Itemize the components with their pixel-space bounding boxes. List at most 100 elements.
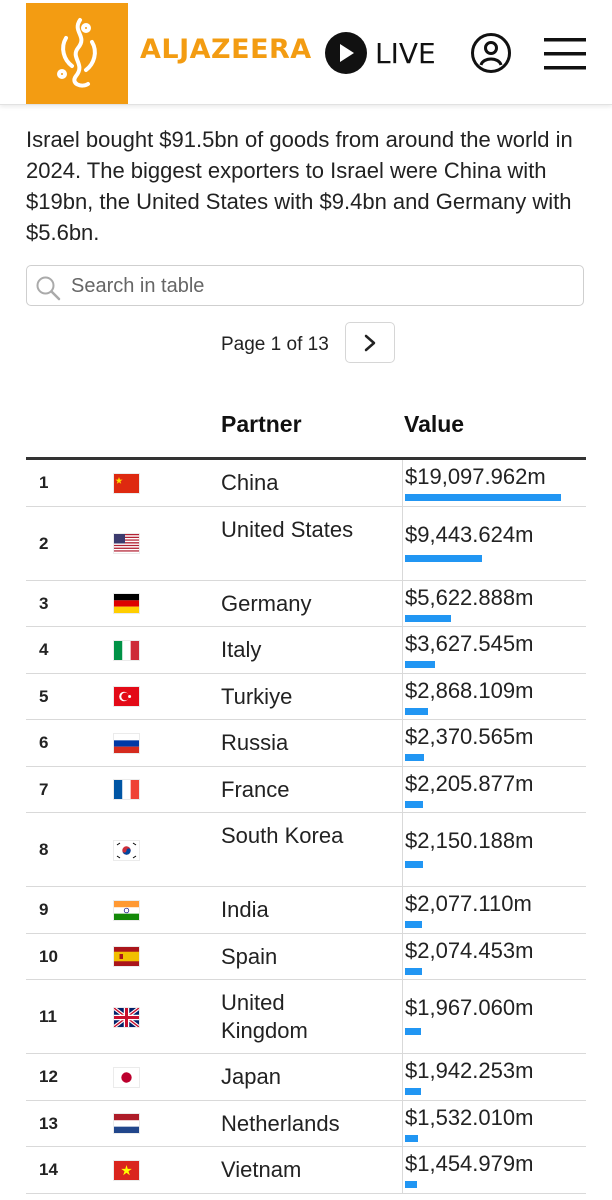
value-cell: $2,370.565m [402, 720, 586, 766]
row-partner: United Kingdom [221, 990, 308, 1043]
row-partner: Russia [221, 730, 289, 756]
value-bar [405, 800, 424, 808]
table-row: 11 United Kingdom $1,967.060m [26, 980, 586, 1054]
play-icon [325, 32, 367, 74]
row-partner: Japan [221, 1064, 281, 1090]
value-bar [405, 967, 422, 975]
row-rank: 4 [39, 640, 49, 660]
value-cell: $1,967.060m [402, 980, 586, 1053]
chevron-right-icon [364, 334, 376, 351]
table-row: 10 Spain $2,074.453m [26, 933, 586, 980]
table-row: 12 Japan $1,942.253m [26, 1054, 586, 1101]
table-row: 6 Russia $2,370.565m [26, 720, 586, 767]
flag-spain-icon [114, 947, 139, 967]
row-rank: 2 [39, 533, 49, 553]
row-partner: Vietnam [221, 1157, 302, 1183]
row-partner: United States [221, 516, 354, 542]
row-partner: France [221, 776, 290, 802]
row-value: $2,868.109m [405, 677, 534, 703]
row-value: $1,942.253m [405, 1058, 534, 1083]
flag-vietnam-icon [114, 1160, 139, 1180]
table-row: 8 South Korea $2,150.188m [26, 813, 586, 887]
row-rank: 8 [39, 840, 49, 859]
user-account-icon[interactable] [470, 32, 512, 74]
table-row: 1 China $19,097.962m [26, 460, 586, 507]
table-row: 4 Italy $3,627.545m [26, 627, 586, 674]
next-page-button[interactable] [345, 322, 395, 363]
flag-india-icon [114, 900, 139, 920]
value-cell: $1,454.979m [402, 1147, 586, 1193]
row-value: $5,622.888m [405, 584, 534, 610]
table-row: 3 Germany $5,622.888m [26, 580, 586, 627]
value-cell: $1,942.253m [402, 1054, 586, 1100]
row-value: $3,627.545m [405, 631, 534, 656]
flag-united-kingdom-icon [114, 1007, 139, 1027]
partner-column-header[interactable]: Partner [221, 411, 302, 438]
site-header: ALJAZEERA LIVE [0, 0, 612, 105]
row-partner: Spain [221, 943, 278, 969]
row-partner: China [221, 470, 279, 496]
row-partner: Italy [221, 637, 262, 663]
row-value: $2,074.453m [405, 937, 534, 963]
flag-germany-icon [114, 594, 139, 614]
logo-calligraphy-icon [57, 17, 97, 88]
flag-france-icon [114, 780, 139, 800]
value-bar [405, 494, 561, 501]
row-value: $2,150.188m [405, 828, 534, 853]
row-value: $9,443.624m [405, 521, 534, 547]
al-jazeera-logo[interactable] [26, 3, 128, 104]
hamburger-menu-icon[interactable] [544, 37, 586, 71]
brand-wordmark: ALJAZEERA [140, 34, 312, 65]
value-cell: $2,150.188m [402, 813, 586, 886]
flag-south-korea-icon [114, 840, 139, 860]
value-bar [405, 614, 451, 622]
row-value: $1,967.060m [405, 995, 534, 1020]
table-row: 5 Turkiye $2,868.109m [26, 673, 586, 720]
table-row: 2 United States $9,443.624m [26, 506, 586, 581]
live-label: LIVE [375, 36, 436, 70]
row-rank: 1 [39, 473, 49, 493]
value-bar [405, 921, 422, 928]
value-bar [405, 707, 429, 715]
row-rank: 7 [39, 779, 49, 799]
value-cell: $2,205.877m [402, 766, 586, 812]
row-rank: 14 [39, 1160, 58, 1180]
live-button[interactable]: LIVE [325, 32, 436, 74]
row-partner: Netherlands [221, 1110, 340, 1136]
flag-united-states-icon [114, 534, 139, 553]
value-cell: $2,074.453m [402, 933, 586, 979]
value-bar [405, 1181, 417, 1188]
row-rank: 5 [39, 686, 49, 706]
value-cell: $5,622.888m [402, 580, 586, 626]
value-cell: $3,627.545m [402, 627, 586, 673]
value-bar [405, 1134, 418, 1142]
flag-italy-icon [114, 640, 139, 660]
row-value: $1,454.979m [405, 1151, 534, 1176]
row-rank: 10 [39, 946, 58, 966]
flag-netherlands-icon [114, 1114, 139, 1134]
row-partner: Turkiye [221, 683, 293, 709]
value-bar [405, 554, 483, 562]
row-rank: 12 [39, 1067, 58, 1087]
row-value: $2,370.565m [405, 724, 534, 749]
flag-china-icon [114, 473, 139, 493]
value-cell: $9,443.624m [402, 506, 586, 580]
value-bar [405, 661, 435, 668]
row-partner: India [221, 897, 269, 923]
table-row: 14 Vietnam $1,454.979m [26, 1147, 586, 1194]
value-cell: $2,868.109m [402, 673, 586, 719]
value-column-header[interactable]: Value [404, 411, 464, 438]
row-rank: 13 [39, 1113, 58, 1133]
value-cell: $2,077.110m [402, 887, 586, 933]
row-rank: 9 [39, 900, 49, 920]
table-search[interactable] [26, 265, 584, 306]
table-row: 13 Netherlands $1,532.010m [26, 1100, 586, 1147]
search-input[interactable] [71, 271, 571, 301]
value-cell: $19,097.962m [402, 460, 586, 506]
row-value: $1,532.010m [405, 1104, 534, 1130]
table-row: 7 France $2,205.877m [26, 766, 586, 813]
value-bar [405, 1028, 422, 1035]
row-rank: 6 [39, 733, 49, 753]
flag-russia-icon [114, 733, 139, 753]
search-icon [36, 276, 61, 301]
